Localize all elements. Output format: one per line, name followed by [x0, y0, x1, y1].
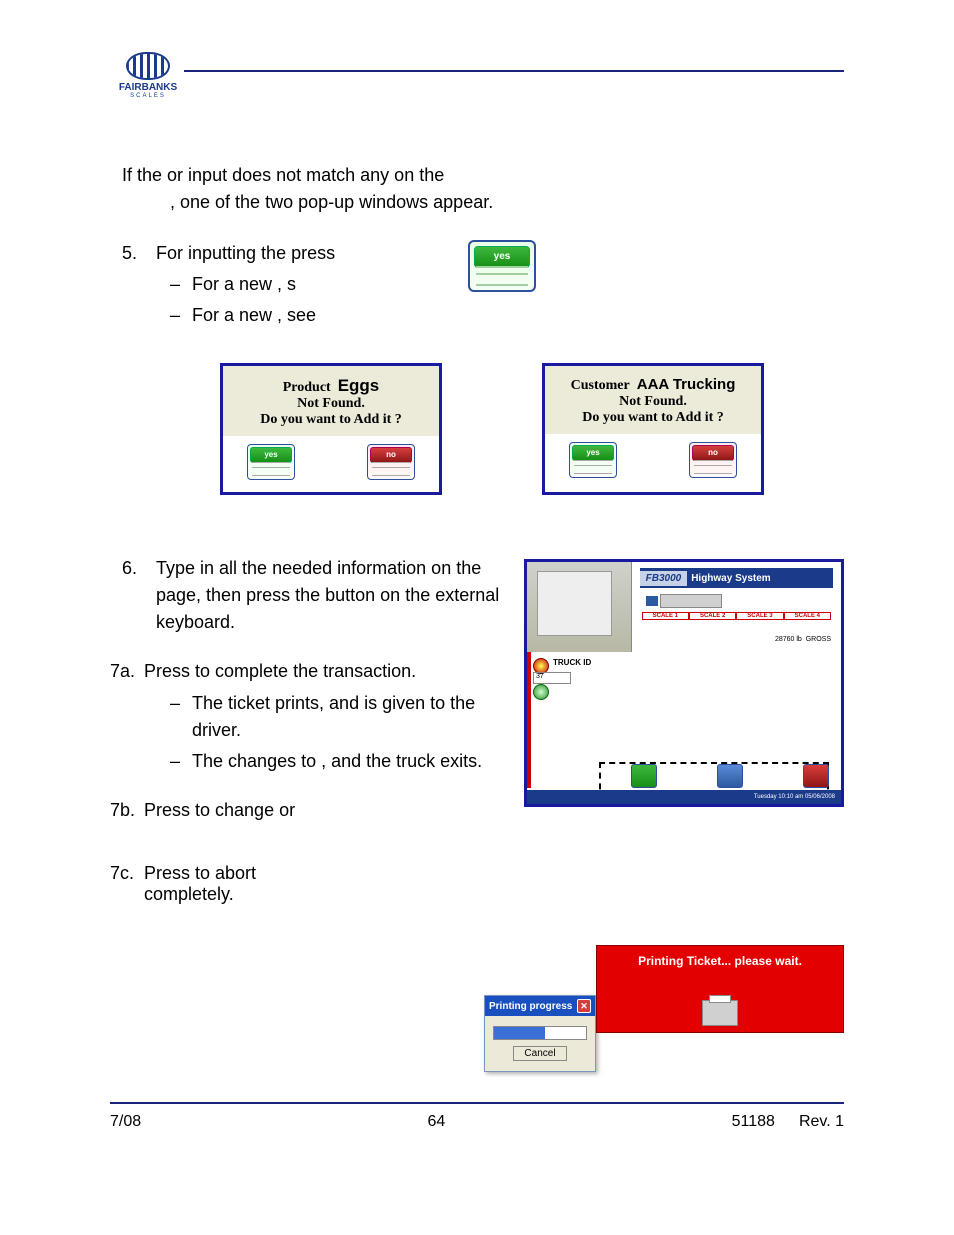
screenshot-footer: Tuesday 10:10 am 05/06/2008 [527, 790, 841, 804]
gross-weight: 28760 lb GROSS [775, 636, 831, 643]
truck-photo [527, 562, 632, 652]
step-5: 5. For inputting the press [122, 240, 460, 267]
popup-yes-button[interactable]: yes [247, 444, 295, 480]
fairbanks-logo: FAIRBANKS SCALES [118, 52, 178, 99]
action-blue-button[interactable] [717, 764, 743, 788]
truck-graphic [642, 592, 831, 612]
printing-ticket-banner: Printing Ticket... please wait. [596, 945, 844, 1033]
action-red-button[interactable] [803, 764, 829, 788]
truck-id-input[interactable]: 37 [533, 672, 571, 684]
popup-no-button[interactable]: no [367, 444, 415, 480]
step-6: 6. Type in all the needed information on… [122, 555, 510, 636]
printer-icon [702, 1000, 738, 1026]
action-green-button[interactable] [631, 764, 657, 788]
step-5-sub2: – For a new , see [170, 302, 460, 329]
fb3000-logo: FB3000 [640, 571, 688, 586]
header-rule [184, 70, 844, 72]
step-7a-sub1: – The ticket prints, and is given to the… [170, 690, 510, 744]
footer-rev: Rev. 1 [799, 1113, 844, 1131]
footer-doc: 51188 [732, 1113, 775, 1131]
popup-no-button[interactable]: no [689, 442, 737, 478]
footer-page: 64 [427, 1113, 445, 1131]
green-light-icon [533, 684, 549, 700]
close-icon[interactable]: ✕ [577, 999, 591, 1013]
product-not-found-popup: Product Eggs Not Found. Do you want to A… [220, 363, 442, 495]
step-7b: 7b. Press to change or [110, 800, 510, 821]
cancel-button[interactable]: Cancel [513, 1046, 566, 1061]
intro-paragraph: If the or input does not match any on th… [122, 162, 844, 216]
step-7a: 7a. Press to complete the transaction. [110, 661, 510, 682]
step-5-sub1: – For a new , s [170, 271, 460, 298]
footer-date: 7/08 [110, 1113, 141, 1131]
fb3000-screenshot: FB3000 Highway System SCALE 1SCALE 2SCAL… [524, 559, 844, 807]
dialog-title: Printing progress [489, 1001, 572, 1012]
step-7c: 7c. Press to abort completely. [110, 863, 510, 905]
step-7a-sub2: – The changes to , and the truck exits. [170, 748, 510, 775]
truck-id-label: TRUCK ID [553, 658, 591, 667]
page-footer: 7/08 64 51188 Rev. 1 [110, 1113, 844, 1131]
footer-rule [110, 1102, 844, 1104]
customer-not-found-popup: Customer AAA Trucking Not Found. Do you … [542, 363, 764, 495]
popup-yes-button[interactable]: yes [569, 442, 617, 478]
highway-system-label: Highway System [691, 573, 833, 584]
progress-bar [493, 1026, 587, 1040]
yes-button[interactable]: yes [468, 240, 536, 292]
printing-progress-dialog: Printing progress ✕ Cancel [484, 995, 596, 1072]
